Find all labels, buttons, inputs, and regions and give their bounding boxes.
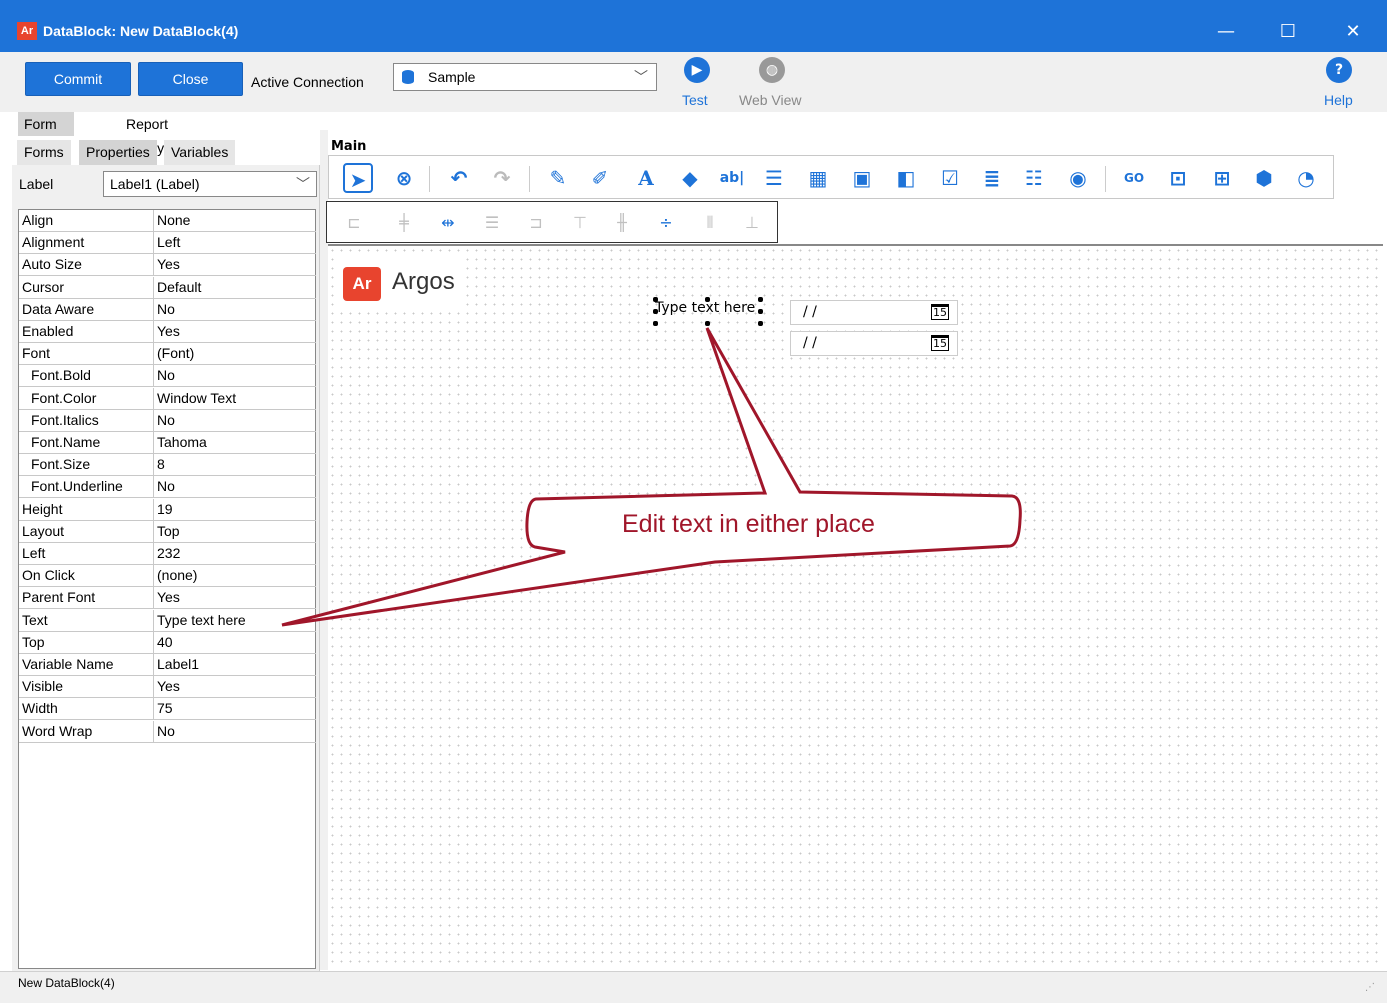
status-bar: New DataBlock(4) ⋰ — [0, 971, 1387, 1003]
status-text: New DataBlock(4) — [18, 976, 115, 990]
resize-grip-icon[interactable]: ⋰ — [1365, 982, 1375, 993]
callout-text: Edit text in either place — [622, 510, 875, 538]
callout-shape — [281, 327, 1022, 627]
callout-annotation — [281, 327, 1022, 627]
